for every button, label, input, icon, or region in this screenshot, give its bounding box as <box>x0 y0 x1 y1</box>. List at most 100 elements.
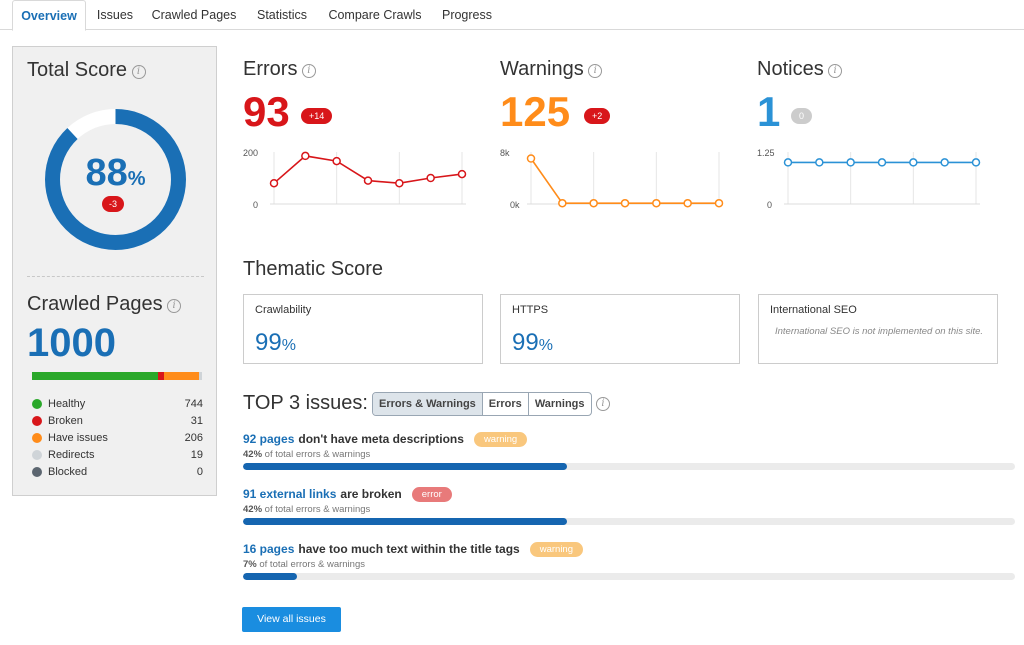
data-point <box>396 180 403 187</box>
top-issues-title: TOP 3 issues: <box>243 392 368 415</box>
crawled-pages-bar <box>32 372 202 380</box>
data-point <box>622 200 629 207</box>
issue-progress-bar <box>243 518 1015 525</box>
data-point <box>559 200 566 207</box>
issue-progress-fill <box>243 463 567 470</box>
tab-compare-crawls[interactable]: Compare Crawls <box>322 0 428 30</box>
info-icon[interactable]: i <box>167 299 181 313</box>
filter-warnings-button[interactable]: Warnings <box>528 393 591 415</box>
tab-crawled-pages[interactable]: Crawled Pages <box>145 0 243 30</box>
errors-value[interactable]: 93 <box>243 88 290 136</box>
issue-progress-bar <box>243 573 1015 580</box>
issue-filter-segmented: Errors & Warnings Errors Warnings <box>372 392 592 416</box>
tab-overview[interactable]: Overview <box>12 0 86 31</box>
legend-row[interactable]: Have issues206 <box>32 429 203 446</box>
thematic-card-title: International SEO <box>770 304 857 316</box>
issue-link[interactable]: 91 external links <box>243 487 336 501</box>
legend-label: Broken <box>48 415 191 427</box>
legend-count: 19 <box>191 449 203 461</box>
thematic-card-title: HTTPS <box>512 304 548 316</box>
issue-text: have too much text within the title tags <box>298 542 519 556</box>
data-point <box>684 200 691 207</box>
tab-statistics[interactable]: Statistics <box>248 0 316 30</box>
divider <box>27 276 204 277</box>
y-min-label: 0 <box>253 200 258 210</box>
thematic-card-value: 99% <box>255 329 296 357</box>
info-icon[interactable]: i <box>596 397 610 411</box>
y-min-label: 0 <box>767 200 772 210</box>
data-point <box>847 159 854 166</box>
legend-count: 206 <box>185 432 203 444</box>
errors-title: Errors <box>243 58 297 80</box>
data-point <box>302 152 309 159</box>
legend-label: Blocked <box>48 466 197 478</box>
legend-row[interactable]: Healthy744 <box>32 395 203 412</box>
legend-row[interactable]: Blocked0 <box>32 463 203 480</box>
issue-tag: error <box>412 487 452 502</box>
tab-issues[interactable]: Issues <box>89 0 141 30</box>
tab-progress[interactable]: Progress <box>433 0 501 30</box>
crawled-pages-bar-segment <box>32 372 158 380</box>
issue-text: don't have meta descriptions <box>298 432 464 446</box>
legend-dot-icon <box>32 450 42 460</box>
data-point <box>590 200 597 207</box>
crawled-pages-title: Crawled Pages <box>27 293 163 315</box>
info-icon[interactable]: i <box>132 65 146 79</box>
errors-delta-badge: +14 <box>301 108 332 124</box>
legend-row[interactable]: Redirects19 <box>32 446 203 463</box>
issue-item: 92 pages don't have meta descriptions warn… <box>243 431 1015 481</box>
crawled-pages-bar-segment <box>164 372 199 380</box>
thematic-card-international-seo[interactable]: International SEO International SEO is n… <box>758 294 998 364</box>
thematic-card-https[interactable]: HTTPS 99% <box>500 294 740 364</box>
data-point <box>879 159 886 166</box>
notices-title: Notices <box>757 58 824 80</box>
filter-errors-warnings-button[interactable]: Errors & Warnings <box>373 393 482 415</box>
issue-link[interactable]: 92 pages <box>243 432 294 446</box>
total-score-header: Total Score i <box>27 59 146 82</box>
errors-header: Errors i <box>243 58 473 81</box>
issue-progress-fill <box>243 518 567 525</box>
notices-metric: Notices i 1 0 1.250 <box>757 58 987 218</box>
thematic-card-note: International SEO is not implemented on … <box>769 323 989 340</box>
warnings-sparkline: 8k0k <box>500 146 730 210</box>
crawled-pages-legend: Healthy744Broken31Have issues206Redirect… <box>32 395 203 480</box>
legend-row[interactable]: Broken31 <box>32 412 203 429</box>
legend-label: Healthy <box>48 398 185 410</box>
issue-progress-fill <box>243 573 297 580</box>
data-point <box>716 200 723 207</box>
issue-text: are broken <box>340 487 401 501</box>
data-point <box>528 155 535 162</box>
errors-sparkline: 2000 <box>243 146 473 210</box>
notices-value[interactable]: 1 <box>757 88 780 136</box>
crawled-pages-value[interactable]: 1000 <box>27 321 116 366</box>
series-line <box>531 159 719 204</box>
issue-link[interactable]: 16 pages <box>243 542 294 556</box>
legend-dot-icon <box>32 416 42 426</box>
tab-bar: Overview Issues Crawled Pages Statistics… <box>0 0 1024 30</box>
data-point <box>365 177 372 184</box>
view-all-issues-button[interactable]: View all issues <box>242 607 341 632</box>
issue-item: 16 pages have too much text within the ti… <box>243 541 1015 591</box>
info-icon[interactable]: i <box>588 64 602 78</box>
notices-header: Notices i <box>757 58 987 81</box>
info-icon[interactable]: i <box>828 64 842 78</box>
data-point <box>910 159 917 166</box>
total-score-delta-badge: -3 <box>102 196 124 212</box>
warnings-value[interactable]: 125 <box>500 88 570 136</box>
legend-dot-icon <box>32 467 42 477</box>
info-icon[interactable]: i <box>302 64 316 78</box>
issue-tag: warning <box>474 432 527 447</box>
warnings-header: Warnings i <box>500 58 730 81</box>
data-point <box>427 175 434 182</box>
data-point <box>973 159 980 166</box>
filter-errors-button[interactable]: Errors <box>482 393 528 415</box>
legend-dot-icon <box>32 399 42 409</box>
crawled-pages-header: Crawled Pages i <box>27 293 181 316</box>
thematic-card-crawlability[interactable]: Crawlability 99% <box>243 294 483 364</box>
legend-count: 744 <box>185 398 203 410</box>
warnings-delta-badge: +2 <box>584 108 610 124</box>
data-point <box>271 180 278 187</box>
crawled-pages-bar-segment <box>199 372 202 380</box>
y-max-label: 1.25 <box>757 148 775 158</box>
warnings-title: Warnings <box>500 58 584 80</box>
